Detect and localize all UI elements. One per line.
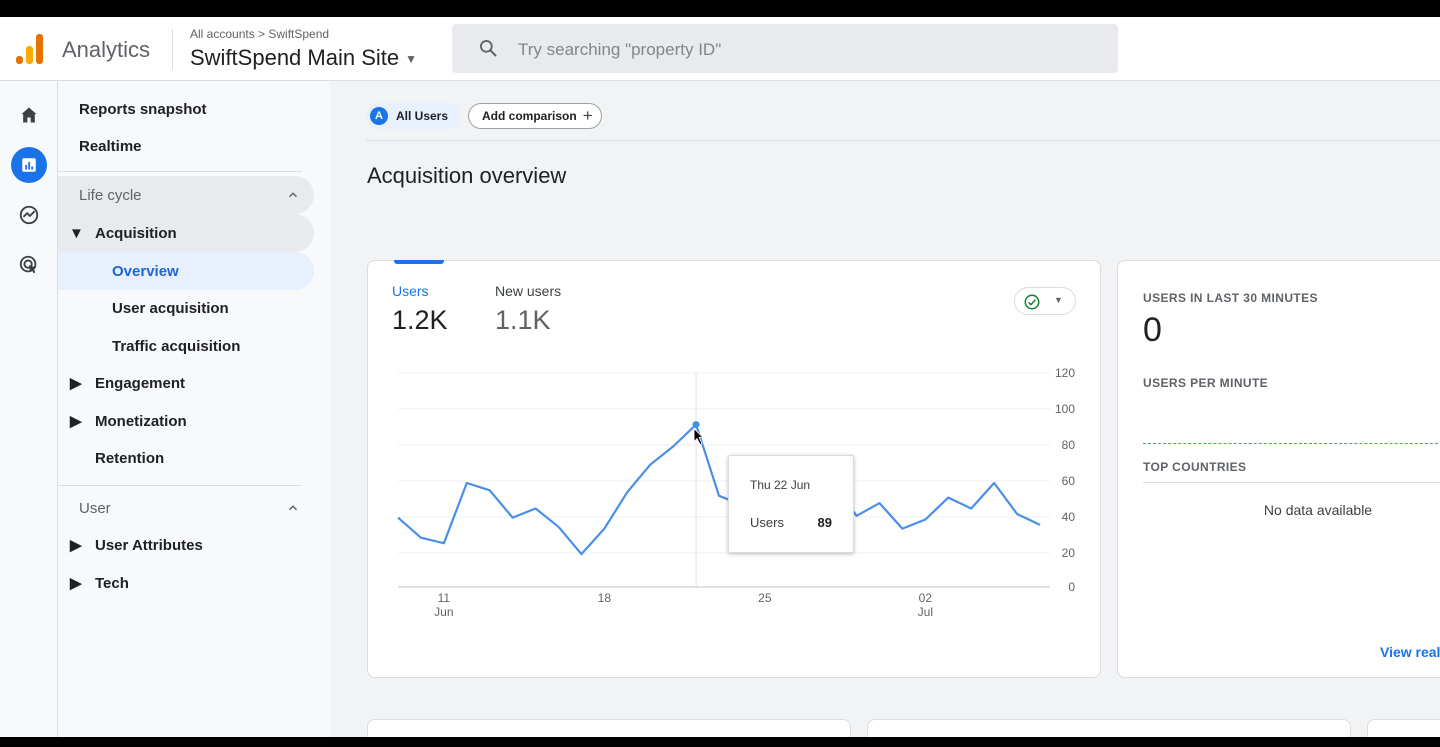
search-icon [480,40,497,57]
nav-user-acquisition[interactable]: User acquisition [112,290,229,326]
divider [1143,482,1440,483]
realtime-count: 0 [1143,311,1162,349]
segment-badge: A [370,107,388,125]
nav-user-attributes[interactable]: User Attributes [95,527,203,563]
nav-engagement[interactable]: Engagement [95,365,185,401]
page-title: Acquisition overview [367,163,567,188]
collapsed-arrow-icon: ▶ [70,575,82,592]
highlighted-point [692,421,700,429]
chevron-up-icon[interactable] [286,501,300,515]
tooltip-label: Users [750,515,784,530]
report-navigation: Reports snapshot Realtime Life cycle ▼ A… [58,81,330,737]
nav-retention[interactable]: Retention [95,440,164,476]
view-realtime-link[interactable]: View realtime [1380,644,1440,660]
y-tick-label: 100 [1055,402,1075,416]
nav-divider [58,485,302,486]
chevron-up-icon[interactable] [286,188,300,202]
x-tick-label: 25 [758,591,772,605]
left-rail [0,81,58,737]
report-card [867,719,1351,737]
rail-explore[interactable] [11,197,47,233]
search-placeholder: Try searching "property ID" [518,40,722,59]
tooltip-date: Thu 22 Jun [750,478,811,492]
users-per-minute-chart [1143,443,1440,444]
caret-down-icon: ▼ [405,52,417,67]
property-name: SwiftSpend Main Site [190,45,400,70]
add-comparison-button[interactable]: Add comparison + [468,103,602,129]
x-tick-month-label: Jul [918,605,933,619]
tooltip-value: 89 [817,515,832,530]
nav-tech[interactable]: Tech [95,565,129,601]
nav-monetization[interactable]: Monetization [95,403,187,439]
collapsed-arrow-icon: ▶ [70,413,82,430]
collapsed-arrow-icon: ▶ [70,375,82,392]
y-tick-label: 20 [1062,546,1076,560]
chart-tooltip: Thu 22 Jun Users 89 [728,455,854,553]
y-tick-label: 80 [1062,438,1076,452]
top-bar: Analytics All accounts > SwiftSpend Swif… [0,17,1440,81]
nav-section-user[interactable]: User [79,490,111,526]
nav-traffic-acquisition[interactable]: Traffic acquisition [112,328,240,364]
advertising-icon [19,255,37,274]
header-divider [172,29,173,69]
property-selector[interactable]: SwiftSpend Main Site ▼ [190,45,417,71]
plus-icon: + [582,106,593,125]
chip-label: All Users [396,109,449,123]
divider [366,140,1440,141]
nav-reports-snapshot[interactable]: Reports snapshot [79,91,207,127]
users-per-minute-label: USERS PER MINUTE [1143,376,1269,390]
realtime-card: USERS IN LAST 30 MINUTES 0 USERS PER MIN… [1117,260,1440,678]
expanded-arrow-icon: ▼ [69,224,84,242]
nav-acquisition[interactable]: Acquisition [95,215,177,251]
search-bar[interactable]: Try searching "property ID" [452,24,1118,73]
overview-row-bg [58,252,314,290]
analytics-logo-icon[interactable] [16,34,44,64]
series-line-users [397,423,1041,556]
report-card [1367,719,1440,737]
y-tick-label: 120 [1055,366,1075,380]
comparison-chip-all-users[interactable]: A All Users [366,103,461,129]
nav-divider [58,171,302,172]
no-data-message: No data available [1263,502,1373,518]
collapsed-arrow-icon: ▶ [70,537,82,554]
y-tick-label: 40 [1062,510,1076,524]
y-tick-label: 60 [1062,474,1076,488]
x-tick-month-label: Jun [434,605,453,619]
home-icon [21,107,37,123]
x-tick-label: 11 [438,591,451,605]
realtime-title: USERS IN LAST 30 MINUTES [1143,291,1318,305]
analytics-window: Analytics All accounts > SwiftSpend Swif… [0,17,1440,737]
reports-icon [22,158,36,172]
nav-overview[interactable]: Overview [112,253,179,289]
app-name: Analytics [62,37,151,62]
report-card [367,719,851,737]
explore-icon [19,205,39,225]
users-chart-card: Users 1.2K New users 1.1K ▼ 120 100 80 60 40… [367,260,1101,678]
y-tick-label: 0 [1068,580,1075,594]
breadcrumb[interactable]: All accounts > SwiftSpend [190,27,329,41]
add-comparison-label: Add comparison [482,109,577,123]
main-content: A All Users Add comparison + Acquisition… [330,81,1440,737]
rail-home[interactable] [11,97,47,133]
x-tick-label: 18 [598,591,612,605]
rail-reports[interactable] [11,147,47,183]
top-countries-label: TOP COUNTRIES [1143,460,1247,474]
nav-section-lifecycle: Life cycle [79,186,142,204]
x-tick-label: 02 [919,591,933,605]
rail-advertising[interactable] [11,247,47,283]
nav-realtime[interactable]: Realtime [79,128,142,164]
